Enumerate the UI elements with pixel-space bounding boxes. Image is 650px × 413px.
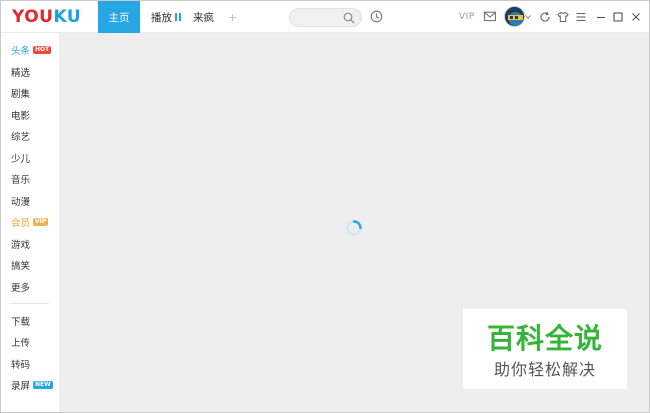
tab-play[interactable]: 播放 [151,1,181,33]
sidebar-divider [9,303,49,304]
sidebar-item-label: 音乐 [11,175,31,186]
app-window: YOUKU 主页 播放 来疯 + VIP 头条 HOT 精选 剧集 电影 综艺 … [0,0,650,413]
tab-home[interactable]: 主页 [98,1,140,33]
sidebar-item-yinyue[interactable]: 音乐 [11,170,30,188]
sidebar-item-gaoxiao[interactable]: 搞笑 [11,256,30,274]
user-avatar[interactable] [504,6,525,27]
sidebar-item-youxi[interactable]: 游戏 [11,235,30,253]
sidebar-item-huiyuan[interactable]: 会员 VIP [11,213,49,231]
vip-label: VIP [459,12,475,22]
new-badge: NEW [33,381,53,389]
youku-logo[interactable]: YOUKU [12,6,81,28]
sidebar-item-label: 综艺 [11,132,31,143]
search-input[interactable] [298,11,342,24]
pause-icon [175,13,181,21]
close-icon[interactable] [630,11,642,23]
mail-icon[interactable] [484,11,496,22]
logo-you-text: YOU [12,7,54,27]
hot-badge: HOT [33,46,52,54]
sidebar-item-gengduo[interactable]: 更多 [11,278,30,296]
vip-link[interactable]: VIP [459,1,475,33]
watermark-title: 百科全说 [486,322,603,355]
sidebar-item-dongman[interactable]: 动漫 [11,192,30,210]
sidebar-item-record-screen[interactable]: 录屏 NEW [11,376,53,394]
sidebar-item-upload[interactable]: 上传 [11,333,30,351]
sidebar-item-label: 少儿 [11,154,31,165]
sidebar-item-label: 更多 [11,283,31,294]
watermark-logo: 百科全说 助你轻松解决 [463,309,627,389]
sidebar-item-label: 录屏 [11,381,31,392]
tab-laifeng-label: 来疯 [193,11,214,24]
sidebar-item-label: 会员 [11,218,31,229]
sidebar-item-label: 下载 [11,317,31,328]
sidebar-item-label: 搞笑 [11,261,31,272]
watermark-subtitle: 助你轻松解决 [493,360,596,379]
search-icon[interactable] [343,12,355,24]
sidebar-item-label: 动漫 [11,197,31,208]
sidebar-item-download[interactable]: 下载 [11,312,30,330]
loading-spinner-icon [346,220,362,236]
sidebar-item-juji[interactable]: 剧集 [11,84,30,102]
sidebar-item-label: 头条 [11,46,31,57]
sidebar-item-transcode[interactable]: 转码 [11,355,30,373]
skin-shirt-icon[interactable] [557,11,569,23]
tab-laifeng[interactable]: 来疯 [193,1,214,33]
history-clock-icon[interactable] [370,10,383,23]
sidebar-item-shaoer[interactable]: 少儿 [11,149,30,167]
sidebar-item-label: 转码 [11,360,31,371]
search-box[interactable] [289,8,362,27]
add-tab-button[interactable]: + [228,1,237,33]
sidebar: 头条 HOT 精选 剧集 电影 综艺 少儿 音乐 动漫 会员 VIP 游戏 搞笑… [1,33,59,412]
tab-play-label: 播放 [151,11,172,24]
top-bar: YOUKU 主页 播放 来疯 + VIP [1,1,649,33]
logo-ku-text: KU [53,7,82,27]
sidebar-item-toutiao[interactable]: 头条 HOT [11,41,52,59]
menu-icon[interactable] [575,11,587,23]
avatar-image [505,7,524,26]
sidebar-item-jingxuan[interactable]: 精选 [11,63,30,81]
sidebar-item-label: 游戏 [11,240,31,251]
sidebar-item-label: 精选 [11,68,31,79]
tab-home-label: 主页 [108,11,130,24]
sidebar-item-label: 电影 [11,111,31,122]
sidebar-item-zongyi[interactable]: 综艺 [11,127,30,145]
avatar-dropdown-icon[interactable] [525,15,531,19]
refresh-icon[interactable] [539,11,551,23]
sidebar-item-label: 上传 [11,338,31,349]
maximize-icon[interactable] [612,11,624,23]
minimize-icon[interactable] [595,11,607,23]
sidebar-item-label: 剧集 [11,89,31,100]
vip-badge: VIP [33,218,49,226]
sidebar-item-dianying[interactable]: 电影 [11,106,30,124]
plus-icon: + [228,10,238,24]
